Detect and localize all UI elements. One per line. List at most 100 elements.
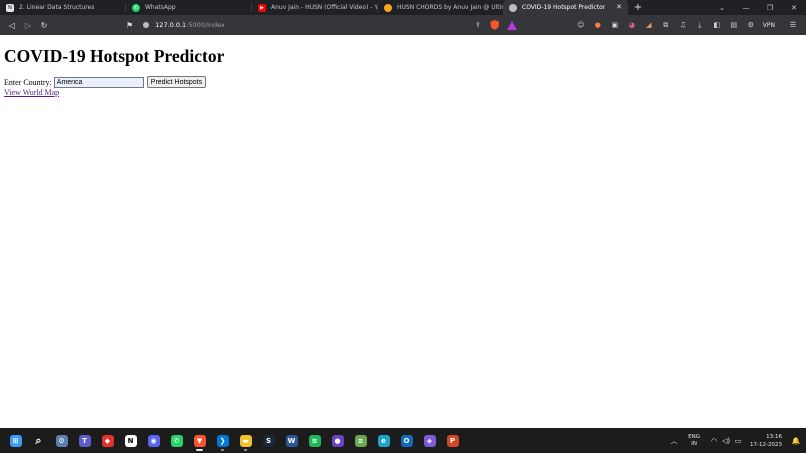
download-icon[interactable]: ⤓ [695, 20, 705, 30]
file-explorer-icon: ▬ [239, 434, 252, 447]
tab-title: Anuv Jain - HUSN (Official Video) - Yo [271, 4, 377, 11]
clock-time: 13:16 [766, 433, 782, 440]
taskbar-app-file-explorer[interactable]: ▬ [234, 429, 257, 452]
edge-icon: e [377, 434, 390, 447]
media-icon[interactable]: ♫ [678, 20, 688, 30]
taskbar-app-app-red[interactable]: ◆ [96, 429, 119, 452]
volume-icon[interactable]: ◁) [720, 437, 732, 445]
taskbar-app-edge[interactable]: e [372, 429, 395, 452]
whatsapp-icon: ✆ [132, 3, 140, 12]
maximize-icon[interactable]: ❐ [758, 4, 782, 12]
taskbar-app-spotify[interactable]: ≋ [303, 429, 326, 452]
tab-husn-chords[interactable]: HUSN CHORDS by Anuv Jain @ Ultim [378, 0, 503, 15]
taskbar-app-github[interactable]: ● [326, 429, 349, 452]
clock-date: 17-12-2023 [750, 441, 782, 448]
taskbar-app-outlook[interactable]: O [395, 429, 418, 452]
taskbar-app-discord[interactable]: ◉ [142, 429, 165, 452]
tab-youtube-husn[interactable]: ▶ Anuv Jain - HUSN (Official Video) - Yo [252, 0, 377, 15]
discord-icon: ◉ [147, 434, 160, 447]
obsidian-icon: ◈ [423, 434, 436, 447]
taskbar-app-word[interactable]: W [280, 429, 303, 452]
vpn-icon[interactable]: ⚙ [746, 20, 756, 30]
app-red-icon: ◆ [101, 434, 114, 447]
minimize-icon[interactable]: — [734, 4, 758, 12]
clock[interactable]: 13:16 17-12-2023 [750, 433, 782, 449]
taskbar-app-powerpoint[interactable]: P [441, 429, 464, 452]
notion-icon: N [124, 434, 137, 447]
outlook-icon: O [400, 434, 413, 447]
bookmark-icon[interactable]: ⚑ [126, 21, 133, 30]
taskbar-app-search[interactable]: ⌕ [27, 429, 50, 452]
tab-whatsapp[interactable]: ✆ WhatsApp [126, 0, 251, 15]
brave-rewards-icon[interactable] [506, 20, 517, 30]
taskbar-app-obsidian[interactable]: ◈ [418, 429, 441, 452]
menu-icon[interactable]: ☰ [788, 20, 798, 30]
address-bar[interactable]: 127.0.0.1:5000/index [143, 21, 225, 29]
predict-hotspots-button[interactable]: Predict Hotspots [146, 76, 207, 88]
show-hidden-icons-icon[interactable]: ︿ [668, 436, 680, 446]
url-host: 127.0.0.1 [155, 21, 187, 29]
word-icon: W [285, 434, 298, 447]
tab-title: HUSN CHORDS by Anuv Jain @ Ultim [397, 4, 503, 11]
taskbar-app-notion[interactable]: N [119, 429, 142, 452]
new-tab-button[interactable]: + [628, 0, 648, 15]
close-window-icon[interactable]: ✕ [782, 4, 806, 12]
page-title: COVID-19 Hotspot Predictor [4, 46, 225, 66]
teams-icon: T [78, 434, 91, 447]
close-tab-icon[interactable]: ✕ [616, 3, 622, 11]
app-stack-icon: ≡ [354, 434, 367, 447]
share-icon[interactable]: ⇪ [473, 20, 483, 30]
taskbar-app-windows-start[interactable]: ⊞ [4, 429, 27, 452]
forward-icon[interactable]: ▷ [20, 21, 36, 30]
color-picker-icon[interactable]: ◕ [627, 20, 637, 30]
view-world-map-link[interactable]: View World Map [4, 88, 59, 97]
vscode-icon: ❯ [216, 434, 229, 447]
extension-icon[interactable]: ☺ [576, 20, 586, 30]
tab-linear-data-structures[interactable]: N 2. Linear Data Structures [0, 0, 125, 15]
sidebar-icon[interactable]: ◧ [712, 20, 722, 30]
spotify-icon: ≋ [308, 434, 321, 447]
taskbar-app-app-stack[interactable]: ≡ [349, 429, 372, 452]
ultimate-guitar-icon [384, 3, 392, 12]
taskbar-app-settings[interactable]: ⚙ [50, 429, 73, 452]
lang-top: ENG [688, 433, 701, 440]
taskbar-app-vscode[interactable]: ❯ [211, 429, 234, 452]
search-icon: ⌕ [32, 434, 45, 447]
toolbar-actions: ⇪ ☺ ● ▣ ◕ ◢ ⧉ ♫ ⤓ ◧ ▤ ⚙ VPN ☰ [473, 20, 806, 30]
language-indicator[interactable]: ENG IN [688, 434, 700, 448]
github-icon: ● [331, 434, 344, 447]
reload-icon[interactable]: ↻ [36, 21, 52, 30]
battery-icon[interactable]: ▭ [732, 437, 744, 445]
site-info-icon[interactable] [143, 22, 150, 28]
steam-icon: S [262, 434, 275, 447]
taskbar-app-brave[interactable]: ▼ [188, 429, 211, 452]
country-form: Enter Country: Predict Hotspots [4, 76, 207, 88]
vpn-label[interactable]: VPN [763, 22, 775, 29]
taskbar-app-teams[interactable]: T [73, 429, 96, 452]
tab-title: COVID-19 Hotspot Predictor [522, 4, 606, 11]
extension-icon[interactable]: ◢ [644, 20, 654, 30]
extension-icon[interactable]: ● [593, 20, 603, 30]
tab-search-icon[interactable]: ⌄ [710, 4, 734, 12]
back-icon[interactable]: ◁ [4, 21, 20, 30]
taskbar-app-whatsapp[interactable]: ✆ [165, 429, 188, 452]
tab-title: WhatsApp [145, 4, 176, 11]
youtube-icon: ▶ [258, 3, 266, 12]
taskbar-apps: ⊞ ⌕ ⚙ T ◆ N ◉ ✆ ▼ ❯ ▬ S W ≋ ● ≡ e O ◈ P [4, 429, 464, 452]
wifi-icon[interactable]: ◠ [708, 437, 720, 445]
screenshot-icon[interactable]: ▣ [610, 20, 620, 30]
page-content: COVID-19 Hotspot Predictor Enter Country… [0, 35, 806, 428]
tab-covid-hotspot-predictor[interactable]: COVID-19 Hotspot Predictor ✕ [503, 0, 628, 15]
notification-bell-icon[interactable]: 🔔 [790, 437, 802, 445]
tab-bar: N 2. Linear Data Structures ✆ WhatsApp ▶… [0, 0, 806, 15]
lang-bottom: IN [691, 440, 697, 447]
powerpoint-icon: P [446, 434, 459, 447]
whatsapp-icon: ✆ [170, 434, 183, 447]
wallet-icon[interactable]: ▤ [729, 20, 739, 30]
country-input[interactable] [53, 76, 144, 88]
taskbar-app-steam[interactable]: S [257, 429, 280, 452]
brave-icon: ▼ [193, 434, 206, 447]
brave-shields-icon[interactable] [490, 20, 500, 30]
browser-toolbar: ◁ ▷ ↻ ⚑ 127.0.0.1:5000/index ⇪ ☺ ● ▣ ◕ ◢… [0, 15, 806, 35]
extensions-icon[interactable]: ⧉ [661, 20, 671, 30]
